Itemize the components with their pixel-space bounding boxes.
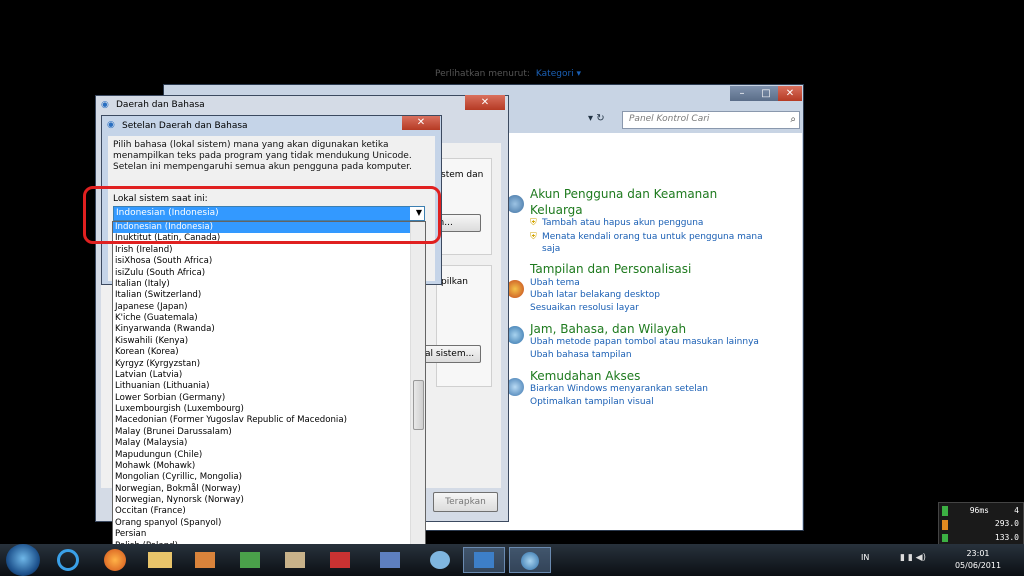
locale-option[interactable]: isiZulu (South Africa): [113, 268, 412, 279]
app-icon[interactable]: [275, 547, 315, 573]
app-icon[interactable]: [370, 547, 410, 573]
change-system-locale-button[interactable]: al sistem...: [420, 345, 481, 363]
category-user-accounts[interactable]: Akun Pengguna dan Keamanan: [530, 187, 717, 201]
upload-icon: [942, 520, 948, 530]
dialog-description: Pilih bahasa (lokal sistem) mana yang ak…: [113, 140, 412, 172]
locale-option[interactable]: Italian (Italy): [113, 279, 412, 290]
locale-option[interactable]: Japanese (Japan): [113, 302, 412, 313]
locale-option[interactable]: Lithuanian (Lithuania): [113, 381, 412, 392]
app-icon[interactable]: [230, 547, 270, 573]
locale-option[interactable]: Kiswahili (Kenya): [113, 336, 412, 347]
locale-option[interactable]: Orang spanyol (Spanyol): [113, 518, 412, 529]
link-parental-controls[interactable]: Menata kendali orang tua untuk pengguna …: [542, 232, 763, 242]
locale-option[interactable]: Malay (Brunei Darussalam): [113, 427, 412, 438]
shield-icon: ⛨: [530, 232, 537, 242]
locale-option[interactable]: Lower Sorbian (Germany): [113, 393, 412, 404]
app-icon[interactable]: [185, 547, 225, 573]
locale-option[interactable]: Korean (Korea): [113, 347, 412, 358]
download-icon: [942, 534, 948, 542]
link-add-remove-accounts[interactable]: Tambah atau hapus akun pengguna: [542, 218, 703, 228]
minimize-button[interactable]: –: [730, 86, 754, 101]
gadget-download: 133.0: [994, 533, 1019, 542]
locale-option[interactable]: Kinyarwanda (Rwanda): [113, 324, 412, 335]
shield-icon: ⛨: [530, 218, 537, 228]
clock-time: 23:01: [966, 549, 990, 558]
input-language[interactable]: IN: [861, 553, 869, 562]
group-text: stem dan: [441, 170, 484, 180]
link-change-theme[interactable]: Ubah tema: [530, 278, 580, 288]
locale-option[interactable]: Latvian (Latvia): [113, 370, 412, 381]
locale-option[interactable]: Mohawk (Mohawk): [113, 461, 412, 472]
locale-option[interactable]: K'iche (Guatemala): [113, 313, 412, 324]
link-keyboard-input[interactable]: Ubah metode papan tombol atau masukan la…: [530, 337, 759, 347]
tray-icons[interactable]: ▮ ▮ ◀): [900, 553, 926, 563]
network-gadget: 96ms 4 293.0 133.0: [938, 502, 1024, 546]
window-title: Daerah dan Bahasa: [116, 100, 205, 110]
maximize-button[interactable]: □: [754, 86, 778, 101]
globe-icon: ◉: [107, 120, 115, 130]
link-parental-controls-cont[interactable]: saja: [542, 244, 560, 254]
group-text: pilkan: [441, 277, 468, 287]
category-appearance[interactable]: Tampilan dan Personalisasi: [530, 262, 691, 276]
search-icon[interactable]: ⌕: [790, 114, 796, 125]
signal-icon: [942, 506, 948, 516]
category-ease-of-access[interactable]: Kemudahan Akses: [530, 369, 640, 383]
link-windows-suggest[interactable]: Biarkan Windows menyarankan setelan: [530, 384, 708, 394]
locale-option[interactable]: Occitan (France): [113, 506, 412, 517]
clock[interactable]: 23:01 05/06/2011: [953, 548, 1003, 572]
locale-option[interactable]: Malay (Malaysia): [113, 438, 412, 449]
locale-option[interactable]: Italian (Switzerland): [113, 290, 412, 301]
view-by-label: Perlihatkan menurut:: [435, 69, 530, 79]
link-change-background[interactable]: Ubah latar belakang desktop: [530, 290, 660, 300]
apply-button[interactable]: Terapkan: [433, 492, 498, 512]
locale-option[interactable]: Mapudungun (Chile): [113, 450, 412, 461]
search-input[interactable]: Panel Kontrol Cari ⌕: [622, 111, 800, 129]
address-controls[interactable]: ▾ ↻: [588, 113, 605, 124]
locale-option[interactable]: Kyrgyz (Kyrgyzstan): [113, 359, 412, 370]
locale-option[interactable]: isiXhosa (South Africa): [113, 256, 412, 267]
search-placeholder: Panel Kontrol Cari: [629, 114, 710, 124]
locale-option[interactable]: Norwegian, Bokmål (Norway): [113, 484, 412, 495]
ping-value: 96ms: [969, 506, 989, 515]
locale-option[interactable]: Norwegian, Nynorsk (Norway): [113, 495, 412, 506]
locale-dropdown-list[interactable]: Indonesian (Indonesia) Inuktitut (Latin, …: [112, 221, 426, 561]
link-adjust-resolution[interactable]: Sesuaikan resolusi layar: [530, 303, 639, 313]
control-panel-taskbar-button[interactable]: [463, 547, 505, 573]
highlight-annotation: [83, 186, 441, 244]
gadget-count: 4: [1014, 506, 1019, 515]
view-by-dropdown[interactable]: Kategori ▾: [536, 69, 581, 79]
close-button[interactable]: ✕: [778, 86, 802, 101]
internet-explorer-icon[interactable]: [48, 547, 88, 573]
start-button[interactable]: [6, 544, 40, 576]
taskbar: [0, 544, 1024, 576]
paint-icon[interactable]: [420, 547, 460, 573]
locale-option[interactable]: Mongolian (Cyrillic, Mongolia): [113, 472, 412, 483]
link-display-language[interactable]: Ubah bahasa tampilan: [530, 350, 632, 360]
region-taskbar-button[interactable]: [509, 547, 551, 573]
view-by: Perlihatkan menurut: Kategori ▾: [435, 69, 581, 79]
close-button[interactable]: ✕: [402, 116, 440, 130]
locale-option[interactable]: Macedonian (Former Yugoslav Republic of …: [113, 415, 412, 426]
firefox-icon[interactable]: [95, 547, 135, 573]
file-explorer-icon[interactable]: [140, 547, 180, 573]
clock-date: 05/06/2011: [954, 561, 1002, 570]
locale-option[interactable]: Irish (Ireland): [113, 245, 412, 256]
dialog-title: Setelan Daerah dan Bahasa: [122, 121, 248, 131]
close-button[interactable]: ✕: [465, 95, 505, 110]
view-by-value: Kategori: [535, 69, 574, 79]
locale-option[interactable]: Luxembourgish (Luxembourg): [113, 404, 412, 415]
gadget-upload: 293.0: [994, 519, 1019, 528]
scrollbar-thumb[interactable]: [413, 380, 424, 430]
locale-option[interactable]: Persian: [113, 529, 412, 540]
link-optimize-display[interactable]: Optimalkan tampilan visual: [530, 397, 654, 407]
scrollbar[interactable]: [410, 222, 425, 560]
category-clock-language[interactable]: Jam, Bahasa, dan Wilayah: [530, 322, 686, 336]
category-user-accounts-line2[interactable]: Keluarga: [530, 203, 583, 217]
app-icon[interactable]: [320, 547, 360, 573]
globe-icon: ◉: [101, 100, 109, 110]
